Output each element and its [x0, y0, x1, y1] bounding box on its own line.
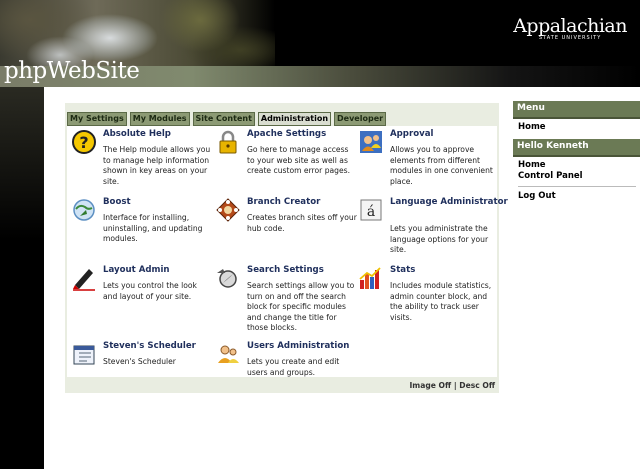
module-description: The Help module allows you to manage hel…	[103, 145, 211, 186]
padlock-icon[interactable]	[215, 129, 241, 155]
site-header: phpWebSite Appalachian STATE UNIVERSITY	[0, 0, 640, 87]
module-title[interactable]: Stats	[390, 265, 415, 275]
module-title[interactable]: Boost	[103, 197, 131, 207]
tab-site-content[interactable]: Site Content	[192, 112, 255, 126]
module-description: Go here to manage access to your web sit…	[247, 145, 351, 176]
appalachian-logo[interactable]: Appalachian STATE UNIVERSITY	[513, 15, 627, 41]
logout-link[interactable]: Log Out	[518, 191, 636, 202]
control-panel-tabs: My Settings My Modules Site Content Admi…	[67, 112, 387, 126]
desc-off-link[interactable]: Desc Off	[459, 381, 495, 390]
module-title[interactable]: Apache Settings	[247, 129, 326, 139]
logo-main-text: Appalachian	[513, 15, 627, 37]
menu-home-link[interactable]: Home	[518, 122, 636, 133]
menu-block: Home	[513, 119, 640, 139]
module-title[interactable]: Absolute Help	[103, 129, 171, 139]
module-description: Interface for installing, uninstalling, …	[103, 213, 203, 244]
site-title[interactable]: phpWebSite	[4, 58, 140, 84]
branch-icon[interactable]	[215, 197, 241, 223]
user-block: Home Control Panel Log Out	[513, 157, 640, 208]
module-description: Search settings allow you to turn on and…	[247, 281, 355, 333]
user-home-link[interactable]: Home	[518, 160, 636, 171]
users-admin-icon[interactable]	[215, 341, 241, 367]
user-block-title: Hello Kenneth	[513, 139, 640, 157]
footer-separator: |	[453, 381, 457, 390]
module-title[interactable]: Steven's Scheduler	[103, 341, 196, 351]
control-panel: My Settings My Modules Site Content Admi…	[65, 103, 508, 393]
module-title[interactable]: Approval	[390, 129, 433, 139]
page-body: My Settings My Modules Site Content Admi…	[44, 87, 640, 469]
control-panel-link[interactable]: Control Panel	[518, 171, 636, 182]
svg-text:á: á	[367, 204, 375, 220]
search-compass-icon[interactable]	[215, 265, 241, 291]
approval-users-icon[interactable]	[358, 129, 384, 155]
tab-my-modules[interactable]: My Modules	[129, 112, 190, 126]
help-question-icon[interactable]: ?	[71, 129, 97, 155]
module-description: Lets you create and edit users and group…	[247, 357, 340, 377]
module-title[interactable]: Search Settings	[247, 265, 324, 275]
module-grid: ? Absolute Help The Help module allows y…	[67, 126, 508, 377]
stats-chart-icon[interactable]	[358, 265, 384, 291]
layout-pen-icon[interactable]	[71, 265, 97, 291]
scheduler-calendar-icon[interactable]	[71, 341, 97, 367]
boost-globe-icon[interactable]	[71, 197, 97, 223]
module-description: Lets you control the look and layout of …	[103, 281, 197, 301]
sidebar: Menu Home Hello Kenneth Home Control Pan…	[513, 101, 640, 208]
module-description: Creates branch sites off your hub code.	[247, 213, 357, 233]
module-title[interactable]: Users Administration	[247, 341, 349, 351]
module-title[interactable]: Branch Creator	[247, 197, 320, 207]
tab-my-settings[interactable]: My Settings	[67, 112, 127, 126]
module-description: Lets you administrate the language optio…	[390, 224, 489, 255]
module-description: Allows you to approve elements from diff…	[390, 145, 493, 186]
image-off-link[interactable]: Image Off	[409, 381, 451, 390]
menu-block-title: Menu	[513, 101, 640, 119]
language-icon[interactable]: á	[358, 197, 384, 223]
tab-developer[interactable]: Developer	[334, 112, 387, 126]
svg-text:?: ?	[79, 133, 88, 152]
display-options: Image Off | Desc Off	[409, 381, 495, 390]
left-decor-band	[0, 87, 44, 469]
module-title[interactable]: Layout Admin	[103, 265, 170, 275]
tab-administration[interactable]: Administration	[257, 112, 332, 126]
sidebar-divider	[518, 186, 636, 187]
module-description: Includes module statistics, admin counte…	[390, 281, 492, 322]
module-title[interactable]: Language Administrator	[390, 197, 508, 207]
module-description: Steven's Scheduler	[103, 357, 176, 366]
